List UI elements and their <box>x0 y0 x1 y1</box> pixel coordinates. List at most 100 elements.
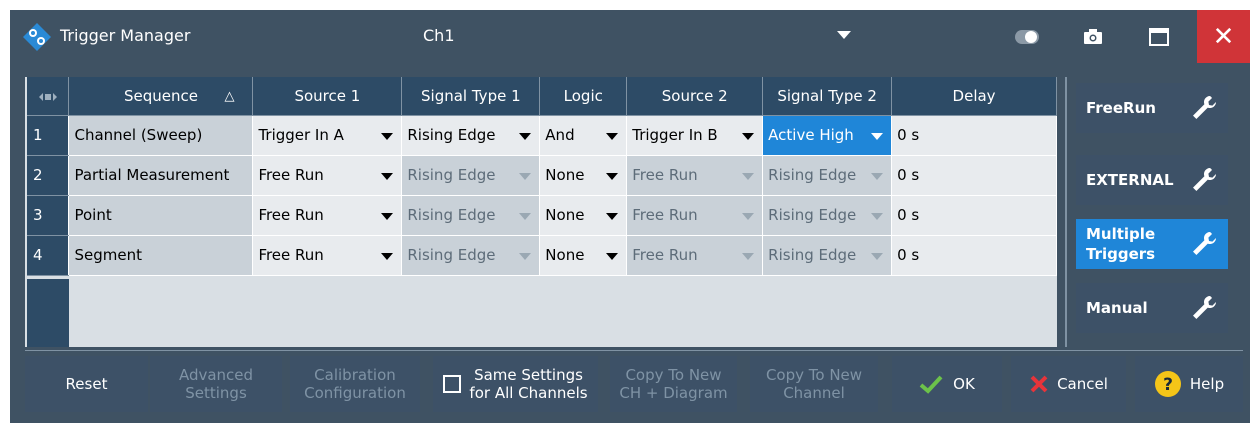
delay-field[interactable]: 0 s <box>891 155 1057 196</box>
sequence-cell: Segment <box>68 235 254 276</box>
chevron-down-icon <box>742 252 755 260</box>
signal-type-2-dropdown: Rising Edge <box>762 195 893 236</box>
svg-text:?: ? <box>1163 375 1173 395</box>
maximize-icon <box>1149 27 1169 46</box>
header-source-2[interactable]: Source 2 <box>626 77 764 116</box>
wrench-icon <box>1193 167 1216 191</box>
channel-selector[interactable]: Ch1 <box>423 26 455 45</box>
row-number: 1 <box>27 115 70 156</box>
chevron-down-icon <box>381 132 394 140</box>
trigger-table: Sequence △ Source 1 Signal Type 1 Logic S… <box>27 77 1057 276</box>
wrench-icon <box>1193 295 1216 319</box>
table-row: 4 Segment Free Run Rising Edge None Free… <box>27 235 1057 276</box>
divider <box>25 350 1243 351</box>
column-resize-icon <box>38 92 57 101</box>
multiple-triggers-button[interactable]: Multiple Triggers <box>1076 219 1228 269</box>
sequence-cell: Partial Measurement <box>68 155 254 196</box>
chevron-down-icon <box>606 172 619 180</box>
logic-dropdown[interactable]: None <box>539 235 628 276</box>
sequence-cell: Channel (Sweep) <box>68 115 254 156</box>
toggle-icon <box>1015 29 1039 44</box>
rs-logo-icon <box>23 23 51 51</box>
chevron-down-icon <box>871 252 884 260</box>
header-sequence[interactable]: Sequence △ <box>68 77 254 116</box>
copy-to-new-ch-diagram-button: Copy To New CH + Diagram <box>610 356 737 412</box>
table-row: 1 Channel (Sweep) Trigger In A Rising Ed… <box>27 115 1057 156</box>
header-delay[interactable]: Delay <box>891 77 1057 116</box>
chevron-down-icon <box>742 172 755 180</box>
signal-type-2-dropdown[interactable]: Active High <box>762 115 893 156</box>
chevron-down-icon[interactable] <box>837 31 851 39</box>
chevron-down-icon <box>519 132 532 140</box>
chevron-down-icon <box>519 252 532 260</box>
help-icon: ? <box>1154 371 1181 397</box>
table-header-row: Sequence △ Source 1 Signal Type 1 Logic S… <box>27 77 1057 116</box>
source-2-dropdown[interactable]: Trigger In B <box>626 115 764 156</box>
logic-dropdown[interactable]: And <box>539 115 628 156</box>
trigger-manager-dialog: Trigger Manager Ch1 ✕ Sequence △ Source … <box>10 10 1250 423</box>
signal-type-1-dropdown[interactable]: Rising Edge <box>401 115 541 156</box>
chevron-down-icon <box>606 212 619 220</box>
logic-dropdown[interactable]: None <box>539 155 628 196</box>
logic-dropdown[interactable]: None <box>539 195 628 236</box>
header-source-1[interactable]: Source 1 <box>252 77 403 116</box>
maximize-button[interactable] <box>1137 10 1181 63</box>
screenshot-button[interactable] <box>1071 10 1115 63</box>
chevron-down-icon <box>871 172 884 180</box>
delay-field[interactable]: 0 s <box>891 115 1057 156</box>
chevron-down-icon <box>381 172 394 180</box>
source-1-dropdown[interactable]: Trigger In A <box>252 115 403 156</box>
toggle-button[interactable] <box>1005 10 1049 63</box>
header-signal-type-2[interactable]: Signal Type 2 <box>762 77 893 116</box>
row-number: 2 <box>27 155 70 196</box>
sort-ascending-icon[interactable]: △ <box>224 89 234 104</box>
row-number: 4 <box>27 235 70 276</box>
chevron-down-icon <box>606 132 619 140</box>
close-button[interactable]: ✕ <box>1197 10 1250 63</box>
camera-icon <box>1084 28 1102 44</box>
help-button[interactable]: ? Help <box>1135 356 1243 412</box>
chevron-down-icon <box>742 212 755 220</box>
chevron-down-icon <box>519 212 532 220</box>
signal-type-2-dropdown: Rising Edge <box>762 235 893 276</box>
chevron-down-icon <box>519 172 532 180</box>
signal-type-2-dropdown: Rising Edge <box>762 155 893 196</box>
signal-type-1-dropdown: Rising Edge <box>401 235 541 276</box>
divider <box>1065 77 1067 347</box>
same-settings-checkbox[interactable]: Same Settings for All Channels <box>433 356 598 412</box>
table-row: 2 Partial Measurement Free Run Rising Ed… <box>27 155 1057 196</box>
copy-to-new-channel-button: Copy To New Channel <box>750 356 878 412</box>
window-title: Trigger Manager <box>60 26 191 45</box>
advanced-settings-button: Advanced Settings <box>150 356 282 412</box>
wrench-icon <box>1193 231 1216 255</box>
delay-field[interactable]: 0 s <box>891 235 1057 276</box>
checkbox-icon[interactable] <box>443 375 462 393</box>
freerun-button[interactable]: FreeRun <box>1076 83 1228 133</box>
source-1-dropdown[interactable]: Free Run <box>252 195 403 236</box>
reset-button[interactable]: Reset <box>25 356 148 412</box>
external-button[interactable]: EXTERNAL <box>1076 155 1228 205</box>
chevron-down-icon <box>871 212 884 220</box>
chevron-down-icon <box>606 252 619 260</box>
row-header-filler <box>27 279 69 347</box>
column-resize-handle[interactable] <box>27 77 70 116</box>
manual-button[interactable]: Manual <box>1076 283 1228 333</box>
checkmark-icon <box>919 375 943 394</box>
title-bar: Trigger Manager Ch1 ✕ <box>10 10 1250 63</box>
source-2-dropdown: Free Run <box>626 195 764 236</box>
trigger-table-panel: Sequence △ Source 1 Signal Type 1 Logic S… <box>25 77 1057 347</box>
signal-type-1-dropdown: Rising Edge <box>401 195 541 236</box>
cancel-button[interactable]: Cancel <box>1011 356 1126 412</box>
header-signal-type-1[interactable]: Signal Type 1 <box>401 77 541 116</box>
source-1-dropdown[interactable]: Free Run <box>252 155 403 196</box>
close-icon: ✕ <box>1212 21 1235 52</box>
source-1-dropdown[interactable]: Free Run <box>252 235 403 276</box>
chevron-down-icon <box>381 252 394 260</box>
table-row: 3 Point Free Run Rising Edge None Free R… <box>27 195 1057 236</box>
delay-field[interactable]: 0 s <box>891 195 1057 236</box>
source-2-dropdown: Free Run <box>626 155 764 196</box>
header-logic[interactable]: Logic <box>539 77 628 116</box>
chevron-down-icon <box>871 132 884 140</box>
cancel-x-icon <box>1030 375 1048 393</box>
ok-button[interactable]: OK <box>892 356 1002 412</box>
